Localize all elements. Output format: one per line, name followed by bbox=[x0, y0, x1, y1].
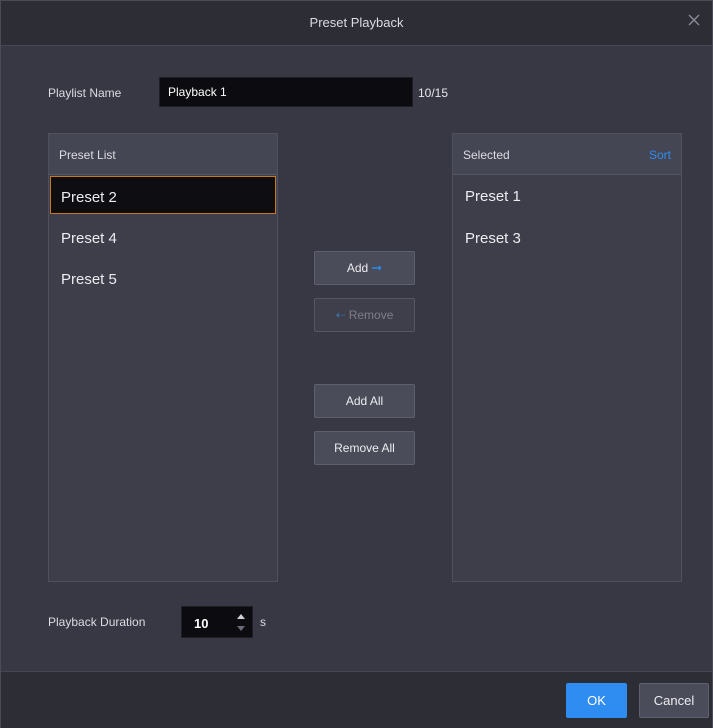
selected-list-header: Selected Sort bbox=[453, 134, 681, 175]
preset-list-panel: Preset List Preset 2 Preset 4 Preset 5 bbox=[48, 133, 278, 582]
preset-list-item[interactable]: Preset 4 bbox=[50, 218, 276, 256]
cancel-button[interactable]: Cancel bbox=[639, 683, 709, 718]
add-button-label: Add bbox=[346, 261, 369, 275]
close-icon[interactable] bbox=[684, 10, 704, 30]
dialog-title: Preset Playback bbox=[309, 15, 404, 30]
selected-list-panel: Selected Sort Preset 1 Preset 3 bbox=[452, 133, 682, 582]
selected-list-item[interactable]: Preset 3 bbox=[454, 218, 680, 256]
arrow-right-icon: ➞ bbox=[371, 260, 383, 275]
preset-list-item[interactable]: Preset 5 bbox=[50, 259, 276, 297]
duration-unit: s bbox=[260, 615, 266, 629]
spin-up-icon[interactable] bbox=[234, 610, 248, 623]
playlist-name-input[interactable] bbox=[159, 77, 413, 107]
preset-list-title: Preset List bbox=[59, 148, 116, 162]
playlist-name-count: 10/15 bbox=[418, 86, 449, 100]
add-button[interactable]: Add ➞ bbox=[314, 251, 415, 285]
duration-stepper[interactable]: 10 bbox=[181, 606, 253, 638]
preset-list-header: Preset List bbox=[49, 134, 277, 175]
sort-link[interactable]: Sort bbox=[649, 148, 671, 162]
preset-list-item[interactable]: Preset 2 bbox=[50, 176, 276, 214]
selected-list-title: Selected bbox=[463, 148, 510, 162]
title-bar: Preset Playback bbox=[1, 1, 712, 46]
selected-list-item[interactable]: Preset 1 bbox=[454, 176, 680, 214]
add-all-button[interactable]: Add All bbox=[314, 384, 415, 418]
remove-all-button[interactable]: Remove All bbox=[314, 431, 415, 465]
remove-button[interactable]: ⇠ Remove bbox=[314, 298, 415, 332]
preset-playback-dialog: Preset Playback Playlist Name 10/15 Pres… bbox=[0, 0, 713, 728]
ok-button[interactable]: OK bbox=[566, 683, 627, 718]
remove-button-label: Remove bbox=[348, 308, 394, 322]
playlist-name-label: Playlist Name bbox=[48, 86, 122, 100]
spin-down-icon[interactable] bbox=[234, 623, 248, 636]
arrow-left-icon: ⇠ bbox=[335, 308, 346, 322]
duration-value[interactable]: 10 bbox=[194, 616, 208, 631]
playback-duration-label: Playback Duration bbox=[48, 615, 146, 629]
